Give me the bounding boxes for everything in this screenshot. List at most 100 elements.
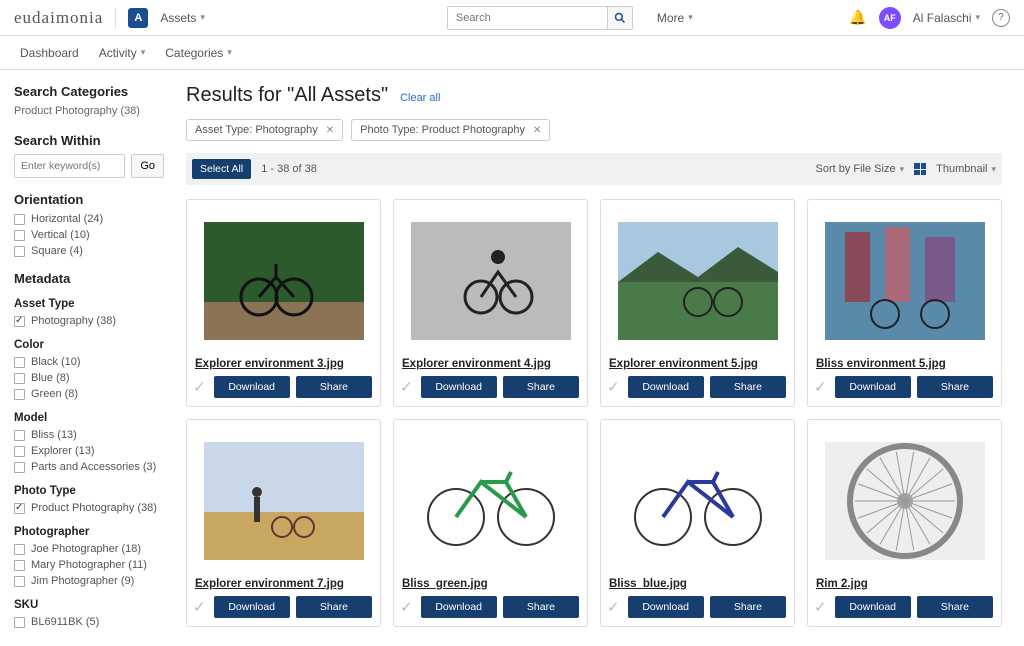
search-input[interactable] (447, 6, 607, 30)
facet-option[interactable]: Blue (8) (14, 372, 164, 384)
nav-categories[interactable]: Categories ▾ (165, 46, 232, 60)
select-all-button[interactable]: Select All (192, 159, 251, 179)
asset-filename[interactable]: Explorer environment 3.jpg (195, 358, 344, 370)
facet-option[interactable]: Horizontal (24) (14, 213, 164, 225)
asset-thumbnail[interactable] (204, 442, 364, 560)
checkbox-icon[interactable] (14, 357, 25, 368)
facet-option[interactable]: BL6911BK (5) (14, 616, 164, 628)
asset-filename[interactable]: Bliss environment 5.jpg (816, 358, 946, 370)
asset-thumbnail[interactable] (825, 222, 985, 340)
card-actions: ✓ Download Share (195, 596, 372, 618)
share-button[interactable]: Share (710, 596, 786, 618)
chevron-down-icon: ▾ (900, 164, 905, 175)
download-button[interactable]: Download (628, 376, 704, 398)
download-button[interactable]: Download (835, 596, 911, 618)
app-switcher-icon[interactable]: A (128, 8, 148, 28)
select-check-icon[interactable]: ✓ (814, 598, 827, 616)
help-icon[interactable]: ? (992, 9, 1010, 27)
select-check-icon[interactable]: ✓ (607, 598, 620, 616)
asset-filename[interactable]: Rim 2.jpg (816, 578, 868, 590)
asset-thumbnail[interactable] (204, 222, 364, 340)
asset-card: Explorer environment 3.jpg ✓ Download Share (186, 199, 381, 407)
share-button[interactable]: Share (296, 596, 372, 618)
facet-option[interactable]: Black (10) (14, 356, 164, 368)
search-button[interactable] (607, 6, 633, 30)
checkbox-icon[interactable] (14, 430, 25, 441)
asset-card: Explorer environment 4.jpg ✓ Download Share (393, 199, 588, 407)
facet-option[interactable]: Mary Photographer (11) (14, 559, 164, 571)
facet-option[interactable]: Parts and Accessories (3) (14, 461, 164, 473)
download-button[interactable]: Download (628, 596, 704, 618)
facet-option[interactable]: Joe Photographer (18) (14, 543, 164, 555)
download-button[interactable]: Download (214, 596, 290, 618)
more-dropdown[interactable]: More ▾ (657, 11, 693, 25)
grid-view-icon[interactable] (914, 163, 926, 175)
assets-label: Assets (160, 11, 196, 25)
share-button[interactable]: Share (710, 376, 786, 398)
select-check-icon[interactable]: ✓ (193, 598, 206, 616)
checkbox-icon[interactable] (14, 373, 25, 384)
share-button[interactable]: Share (503, 376, 579, 398)
facet-option[interactable]: Product Photography (38) (14, 502, 164, 514)
nav-dashboard[interactable]: Dashboard (20, 46, 79, 60)
checkbox-icon[interactable] (14, 230, 25, 241)
asset-thumbnail[interactable] (825, 442, 985, 560)
facet-option[interactable]: Square (4) (14, 245, 164, 257)
checkbox-icon[interactable] (14, 214, 25, 225)
share-button[interactable]: Share (296, 376, 372, 398)
share-button[interactable]: Share (503, 596, 579, 618)
sort-dropdown[interactable]: Sort by File Size ▾ (815, 163, 904, 175)
user-menu[interactable]: Al Falaschi ▾ (913, 11, 980, 25)
asset-filename[interactable]: Bliss_blue.jpg (609, 578, 687, 590)
share-button[interactable]: Share (917, 376, 993, 398)
download-button[interactable]: Download (835, 376, 911, 398)
checkbox-icon[interactable] (14, 576, 25, 587)
nav-activity[interactable]: Activity ▾ (99, 46, 146, 60)
notifications-icon[interactable]: 🔔 (849, 9, 866, 26)
asset-filename[interactable]: Explorer environment 5.jpg (609, 358, 758, 370)
select-check-icon[interactable]: ✓ (400, 598, 413, 616)
checkbox-icon[interactable] (14, 246, 25, 257)
select-check-icon[interactable]: ✓ (193, 378, 206, 396)
select-check-icon[interactable]: ✓ (400, 378, 413, 396)
facet-label: Jim Photographer (9) (31, 575, 134, 587)
asset-filename[interactable]: Bliss_green.jpg (402, 578, 488, 590)
facet-option[interactable]: Photography (38) (14, 315, 164, 327)
checkbox-icon[interactable] (14, 617, 25, 628)
asset-filename[interactable]: Explorer environment 7.jpg (195, 578, 344, 590)
checkbox-icon[interactable] (14, 462, 25, 473)
download-button[interactable]: Download (421, 376, 497, 398)
checkbox-icon[interactable] (14, 503, 25, 514)
asset-thumbnail[interactable] (618, 222, 778, 340)
facet-option[interactable]: Green (8) (14, 388, 164, 400)
share-button[interactable]: Share (917, 596, 993, 618)
checkbox-icon[interactable] (14, 544, 25, 555)
nav-activity-label: Activity (99, 46, 137, 60)
clear-all-link[interactable]: Clear all (400, 92, 440, 104)
download-button[interactable]: Download (214, 376, 290, 398)
view-dropdown[interactable]: Thumbnail ▾ (936, 163, 996, 175)
download-button[interactable]: Download (421, 596, 497, 618)
asset-filename[interactable]: Explorer environment 4.jpg (402, 358, 551, 370)
facet-option[interactable]: Jim Photographer (9) (14, 575, 164, 587)
select-check-icon[interactable]: ✓ (814, 378, 827, 396)
asset-thumbnail[interactable] (411, 222, 571, 340)
chip-remove-icon[interactable]: ✕ (326, 125, 334, 136)
select-check-icon[interactable]: ✓ (607, 378, 620, 396)
checkbox-icon[interactable] (14, 389, 25, 400)
checkbox-icon[interactable] (14, 446, 25, 457)
keyword-input[interactable] (14, 154, 125, 178)
avatar[interactable]: AF (879, 7, 901, 29)
facet-option[interactable]: Explorer (13) (14, 445, 164, 457)
asset-card: Bliss_blue.jpg ✓ Download Share (600, 419, 795, 627)
breadcrumb[interactable]: Product Photography (38) (14, 105, 164, 117)
checkbox-icon[interactable] (14, 560, 25, 571)
checkbox-icon[interactable] (14, 316, 25, 327)
facet-option[interactable]: Vertical (10) (14, 229, 164, 241)
assets-dropdown[interactable]: Assets ▾ (160, 11, 205, 25)
asset-thumbnail[interactable] (411, 442, 571, 560)
facet-option[interactable]: Bliss (13) (14, 429, 164, 441)
go-button[interactable]: Go (131, 154, 164, 178)
chip-remove-icon[interactable]: ✕ (533, 125, 541, 136)
asset-thumbnail[interactable] (618, 442, 778, 560)
